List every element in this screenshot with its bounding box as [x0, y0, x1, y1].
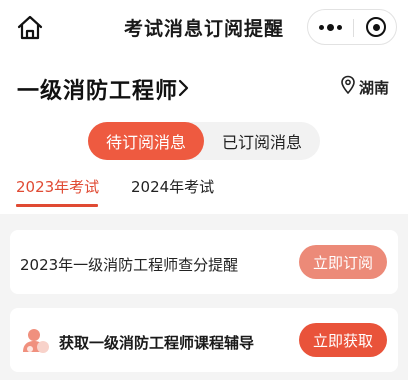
person-icon	[23, 329, 49, 353]
chevron-right-icon[interactable]	[177, 78, 191, 98]
tab-year-2024[interactable]: 2024年考试	[131, 176, 214, 197]
tab-year-2023[interactable]: 2023年考试	[16, 176, 99, 197]
subscription-toggle: 待订阅消息 已订阅消息	[88, 122, 320, 160]
subscribe-button[interactable]: 立即订阅	[299, 245, 387, 279]
target-icon[interactable]	[354, 10, 398, 44]
reminder-title: 2023年一级消防工程师查分提醒	[20, 256, 239, 274]
location-pin-icon[interactable]	[340, 75, 356, 95]
more-dots-icon[interactable]	[308, 10, 353, 44]
tab-pending-messages[interactable]: 待订阅消息	[88, 122, 204, 160]
exam-name[interactable]: 一级消防工程师	[17, 73, 178, 105]
list-item: 2023年一级消防工程师查分提醒 立即订阅	[10, 230, 398, 294]
get-course-button[interactable]: 立即获取	[299, 323, 387, 357]
active-tab-indicator	[16, 204, 98, 207]
course-title: 获取一级消防工程师课程辅导	[59, 334, 255, 352]
tab-subscribed-messages[interactable]: 已订阅消息	[204, 122, 320, 160]
location-label[interactable]: 湖南	[359, 77, 389, 98]
list-item: 获取一级消防工程师课程辅导 立即获取	[10, 308, 398, 372]
nav-bar: 考试消息订阅提醒	[0, 0, 408, 56]
capsule-menu	[307, 9, 397, 45]
